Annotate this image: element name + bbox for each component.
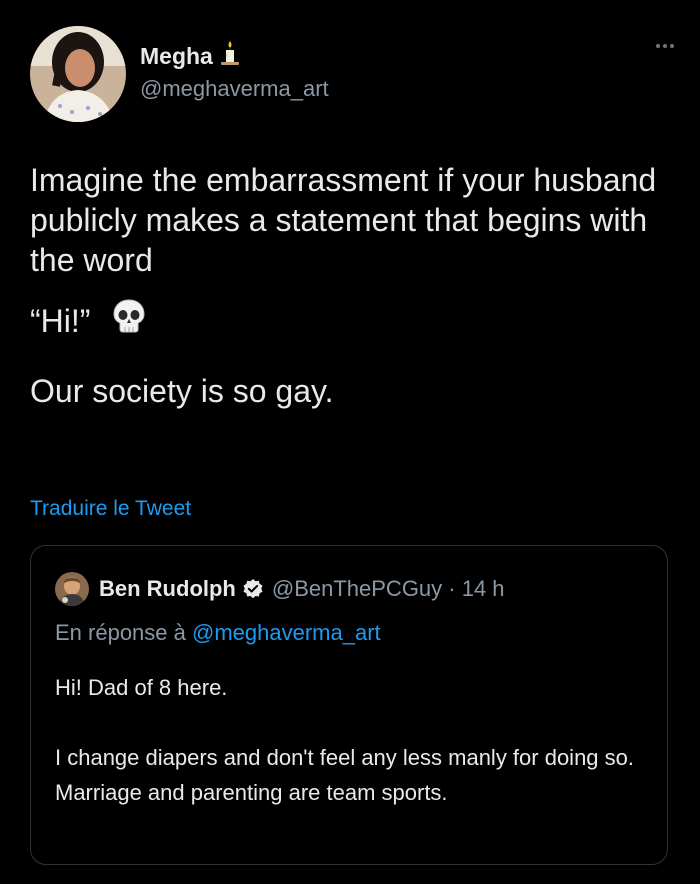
tweet-paragraph-1: Imagine the embarrassment if your husban… [30,162,657,278]
tweet: Megha @meghaverma_art Imagine the embarr… [0,0,700,884]
more-dot [670,44,674,48]
tweet-paragraph-3: Our society is so gay. [30,373,334,409]
author-names: Megha @meghaverma_art [140,40,329,102]
reply-prefix: En réponse à [55,620,186,645]
tweet-quote-word: “Hi!” [30,302,91,339]
tweet-header: Megha @meghaverma_art [30,26,329,122]
author-display-name[interactable]: Megha [140,40,329,72]
quoted-paragraph-2: I change diapers and don't feel any less… [55,745,635,805]
author-avatar[interactable] [30,26,126,122]
quoted-author-avatar[interactable] [55,572,89,606]
more-dot [656,44,660,48]
reply-mention-link[interactable]: @meghaverma_art [192,620,381,645]
translate-tweet-link[interactable]: Traduire le Tweet [30,497,191,521]
verified-badge-icon [242,578,264,600]
skull-icon [112,298,146,343]
quoted-author-handle-time[interactable]: @BenThePCGuy · 14 h [272,576,505,602]
more-dot [663,44,667,48]
author-handle[interactable]: @meghaverma_art [140,76,329,102]
reply-context: En réponse à @meghaverma_art [55,620,381,646]
quoted-tweet-text: Hi! Dad of 8 here. I change diapers and … [55,670,655,810]
more-icon[interactable] [656,44,674,48]
tweet-text: Imagine the embarrassment if your husban… [30,160,680,411]
author-display-name-text: Megha [140,42,213,69]
tweet-paragraph-2: “Hi!” [30,298,680,343]
quoted-author-display-name[interactable]: Ben Rudolph [99,576,236,602]
quoted-tweet-header: Ben Rudolph @BenThePCGuy · 14 h [55,572,505,606]
quoted-paragraph-1: Hi! Dad of 8 here. [55,675,228,700]
candle-icon [217,40,243,72]
quoted-tweet[interactable]: Ben Rudolph @BenThePCGuy · 14 h En répon… [30,545,668,865]
